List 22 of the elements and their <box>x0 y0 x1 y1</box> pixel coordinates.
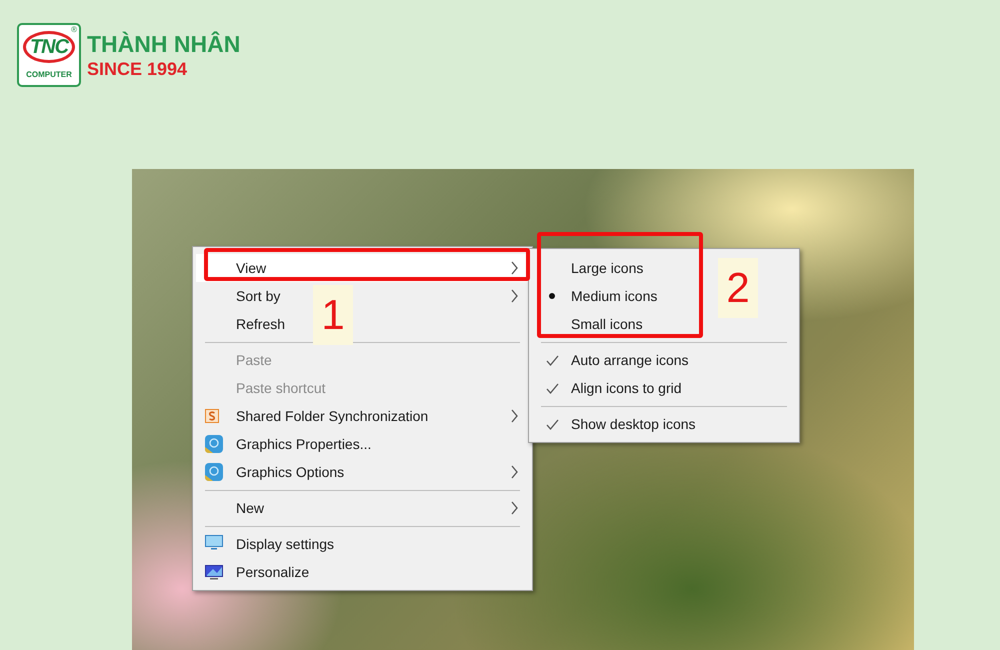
menu-item[interactable]: New <box>236 500 264 516</box>
menu-item[interactable]: Show desktop icons <box>571 416 696 432</box>
callout-number: 2 <box>718 258 758 318</box>
menu-item[interactable]: Sort by <box>236 288 280 304</box>
menu-item[interactable]: Large icons <box>571 260 644 276</box>
brand-tagline: SINCE 1994 <box>87 60 188 78</box>
registered-mark: ® <box>71 25 77 34</box>
menu-item[interactable]: Graphics Properties... <box>236 436 372 452</box>
brand-name: THÀNH NHÂN <box>87 32 240 56</box>
logo-subtitle: COMPUTER <box>26 71 72 79</box>
menu-item[interactable]: Medium icons <box>571 288 658 304</box>
menu-item[interactable]: Graphics Options <box>236 464 344 480</box>
menu-item[interactable]: Personalize <box>236 564 310 580</box>
menu-item[interactable]: Shared Folder Synchronization <box>236 408 428 424</box>
menu-item[interactable]: Small icons <box>571 316 643 332</box>
menu-item[interactable]: Auto arrange icons <box>571 352 689 368</box>
menu-item[interactable]: Align icons to grid <box>571 380 682 396</box>
callout-number: 1 <box>313 285 353 345</box>
menu-item[interactable]: Refresh <box>236 316 286 332</box>
logo-text: TNC <box>30 37 68 57</box>
menu-item[interactable]: Display settings <box>236 536 334 552</box>
personalize-icon <box>205 563 223 581</box>
